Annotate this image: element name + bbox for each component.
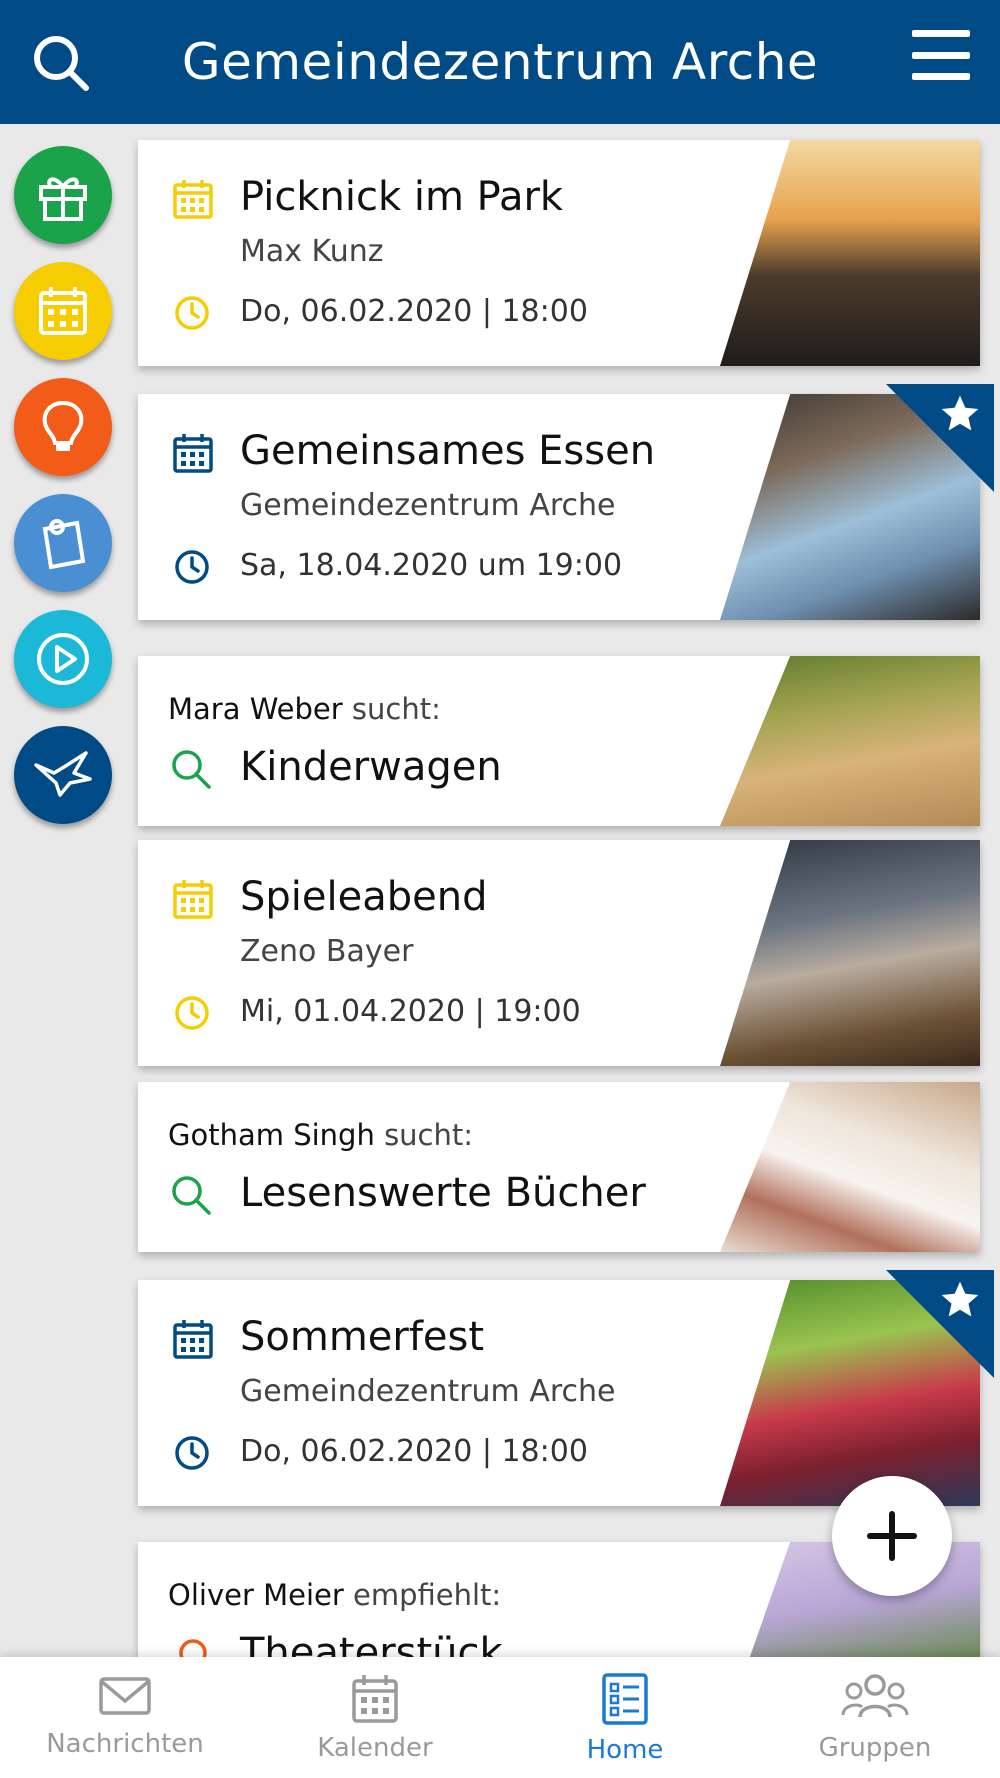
- request-verb: empfiehlt:: [353, 1578, 502, 1612]
- envelope-icon: [99, 1677, 151, 1715]
- clock-icon: [175, 550, 209, 584]
- event-card[interactable]: Picknick im Park Max Kunz Do, 06.02.2020…: [138, 140, 980, 366]
- category-media-button[interactable]: [14, 610, 112, 708]
- pin-note-icon: [42, 519, 86, 570]
- category-notes-button[interactable]: [14, 494, 112, 592]
- hamburger-line: [912, 73, 970, 80]
- event-title: Spieleabend: [240, 874, 488, 920]
- clock-icon: [175, 296, 209, 330]
- event-title: Gemeinsames Essen: [240, 428, 656, 474]
- request-item: Kinderwagen: [240, 744, 502, 790]
- request-verb: sucht:: [384, 1118, 474, 1152]
- nav-label: Gruppen: [818, 1733, 932, 1763]
- hamburger-line: [912, 30, 970, 37]
- request-author: Oliver Meier: [168, 1578, 344, 1612]
- nav-messages[interactable]: Nachrichten: [0, 1657, 250, 1778]
- request-author: Mara Weber: [168, 692, 343, 726]
- clock-icon: [175, 1436, 209, 1470]
- menu-button[interactable]: [912, 30, 970, 80]
- search-request-card[interactable]: Gotham Singh sucht: Lesenswerte Bücher: [138, 1082, 980, 1252]
- nav-label: Kalender: [317, 1733, 433, 1763]
- event-organizer: Max Kunz: [240, 234, 384, 269]
- category-gifts-button[interactable]: [14, 146, 112, 244]
- event-organizer: Zeno Bayer: [240, 934, 414, 969]
- add-button[interactable]: [832, 1476, 952, 1596]
- play-icon: [37, 633, 89, 685]
- search-button[interactable]: [30, 32, 92, 94]
- group-icon: [841, 1674, 909, 1718]
- request-verb: sucht:: [351, 692, 441, 726]
- clock-icon: [175, 996, 209, 1030]
- event-photo: [720, 840, 980, 1066]
- request-author: Gotham Singh: [168, 1118, 375, 1152]
- lightbulb-icon: [42, 400, 84, 451]
- dove-icon: [34, 751, 92, 797]
- nav-groups[interactable]: Gruppen: [750, 1657, 1000, 1778]
- search-icon: [172, 750, 211, 789]
- event-photo: [720, 140, 980, 366]
- search-icon: [172, 1176, 211, 1215]
- calendar-icon: [39, 287, 87, 335]
- search-icon: [34, 36, 89, 91]
- nav-calendar[interactable]: Kalender: [250, 1657, 500, 1778]
- request-author-line: Mara Weber sucht:: [168, 692, 441, 726]
- calendar-icon: [173, 1320, 213, 1359]
- request-author-line: Oliver Meier empfiehlt:: [168, 1578, 501, 1612]
- star-icon: [941, 1281, 979, 1317]
- gift-icon: [39, 177, 87, 221]
- request-photo: [720, 656, 980, 826]
- event-datetime: Do, 06.02.2020 | 18:00: [240, 1434, 588, 1469]
- calendar-icon: [173, 434, 213, 473]
- page-title: Gemeindezentrum Arche: [181, 33, 819, 91]
- calendar-icon: [173, 180, 213, 219]
- event-organizer: Gemeindezentrum Arche: [240, 1374, 616, 1409]
- calendar-icon: [352, 1675, 398, 1723]
- event-organizer: Gemeindezentrum Arche: [240, 488, 616, 523]
- star-icon: [941, 395, 979, 431]
- event-card[interactable]: Sommerfest Gemeindezentrum Arche Do, 06.…: [138, 1280, 980, 1506]
- app-header: Gemeindezentrum Arche: [0, 0, 1000, 124]
- nav-home[interactable]: Home: [500, 1657, 750, 1778]
- category-events-button[interactable]: [14, 262, 112, 360]
- request-photo: [720, 1082, 980, 1252]
- nav-label: Nachrichten: [46, 1729, 204, 1759]
- event-title: Picknick im Park: [240, 174, 564, 220]
- nav-label: Home: [586, 1735, 664, 1765]
- event-card[interactable]: Spieleabend Zeno Bayer Mi, 01.04.2020 | …: [138, 840, 980, 1066]
- bottom-navigation: Nachrichten Kalender Home Gruppen: [0, 1657, 1000, 1778]
- event-title: Sommerfest: [240, 1314, 485, 1360]
- event-datetime: Sa, 18.04.2020 um 19:00: [240, 548, 623, 583]
- event-datetime: Mi, 01.04.2020 | 19:00: [240, 994, 581, 1029]
- category-ideas-button[interactable]: [14, 378, 112, 476]
- hamburger-line: [912, 51, 970, 59]
- search-request-card[interactable]: Mara Weber sucht: Kinderwagen: [138, 656, 980, 826]
- category-church-button[interactable]: [14, 726, 112, 824]
- request-author-line: Gotham Singh sucht:: [168, 1118, 473, 1152]
- request-item: Lesenswerte Bücher: [240, 1170, 646, 1216]
- event-datetime: Do, 06.02.2020 | 18:00: [240, 294, 588, 329]
- calendar-icon: [173, 880, 213, 919]
- list-icon: [602, 1673, 648, 1725]
- event-card[interactable]: Gemeinsames Essen Gemeindezentrum Arche …: [138, 394, 980, 620]
- plus-icon: [867, 1511, 917, 1561]
